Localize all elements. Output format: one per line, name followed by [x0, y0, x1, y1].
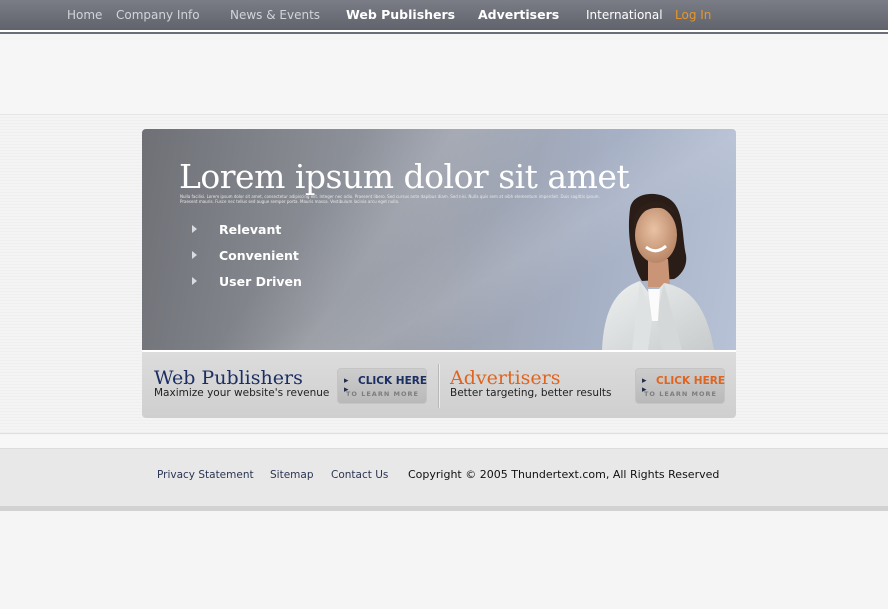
bullet-arrow-icon — [192, 277, 197, 285]
cta-strip: Web Publishers Maximize your website's r… — [142, 350, 736, 418]
hero-bullet-label: Convenient — [219, 248, 299, 263]
advertisers-subtitle: Better targeting, better results — [450, 387, 612, 399]
nav-login-link[interactable]: Log In — [675, 0, 711, 30]
footer-sitemap-link[interactable]: Sitemap — [270, 469, 314, 481]
nav-web-publishers-link[interactable]: Web Publishers — [346, 0, 455, 30]
publishers-subtitle: Maximize your website's revenue — [154, 387, 330, 399]
nav-home-link[interactable]: Home — [67, 0, 102, 30]
footer-gap — [0, 435, 888, 448]
businesswoman-photo — [602, 193, 714, 350]
cta-sub-label: TO LEARN MORE — [644, 390, 717, 398]
strip-divider — [438, 364, 440, 408]
header-spacer — [0, 34, 888, 114]
hero-fine-print: Nulla facilisi. Lorem ipsum dolor sit am… — [180, 194, 600, 204]
hero-bullet-label: Relevant — [219, 222, 282, 237]
nav-advertisers-link[interactable]: Advertisers — [478, 0, 559, 30]
top-nav-bar: Home Company Info News & Events Web Publ… — [0, 0, 888, 30]
footer-privacy-link[interactable]: Privacy Statement — [157, 469, 254, 481]
nav-news-events-link[interactable]: News & Events — [230, 0, 320, 30]
footer: Privacy Statement Sitemap Contact Us Cop… — [0, 448, 888, 506]
bullet-arrow-icon — [192, 225, 197, 233]
bullet-arrow-icon — [192, 251, 197, 259]
publishers-click-here-button[interactable]: ▸ ▸ CLICK HERE TO LEARN MORE — [337, 368, 427, 404]
page-bottom — [0, 511, 888, 609]
nav-international-link[interactable]: International — [586, 0, 663, 30]
copyright-text: Copyright © 2005 Thundertext.com, All Ri… — [408, 468, 720, 481]
advertisers-title: Advertisers — [450, 367, 561, 389]
cta-main-label: CLICK HERE — [656, 375, 726, 387]
footer-contact-link[interactable]: Contact Us — [331, 469, 388, 481]
hero-banner: Lorem ipsum dolor sit amet Nulla facilis… — [142, 129, 736, 350]
hero-bullet-label: User Driven — [219, 274, 302, 289]
advertisers-click-here-button[interactable]: ▸ ▸ CLICK HERE TO LEARN MORE — [635, 368, 725, 404]
hero-title: Lorem ipsum dolor sit amet — [179, 157, 630, 196]
cta-main-label: CLICK HERE — [358, 375, 428, 387]
cta-sub-label: TO LEARN MORE — [346, 390, 419, 398]
publishers-title: Web Publishers — [154, 367, 303, 389]
nav-company-info-link[interactable]: Company Info — [116, 0, 200, 30]
